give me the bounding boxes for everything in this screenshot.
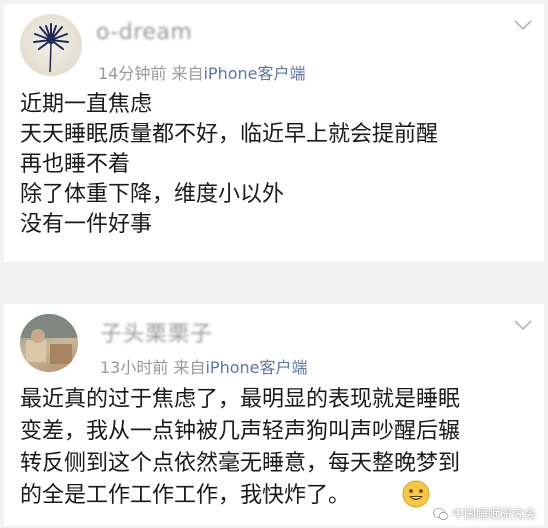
- comment-meta: 14分钟前 来自iPhone客户端: [98, 60, 306, 84]
- comment-line: 天天睡眠质量都不好，临近早上就会提前醒: [20, 122, 439, 147]
- chevron-down-icon[interactable]: [512, 318, 534, 332]
- chevron-down-icon[interactable]: [512, 18, 534, 32]
- comment-meta: 13小时前 来自iPhone客户端: [100, 354, 308, 378]
- source-link[interactable]: iPhone客户端: [205, 358, 307, 377]
- comment-card: o-dream 14分钟前 来自iPhone客户端 近期一直焦虑 天天睡眠质量都…: [4, 4, 544, 262]
- comment-text: 最近真的过于焦虑了，最明显的表现就是睡眠 变差，我从一点钟被几声轻声狗叫声吵醒后…: [20, 384, 534, 512]
- comment-line: 除了体重下降，维度小以外: [20, 182, 285, 207]
- comment-line: 再也睡不着: [20, 152, 131, 177]
- comment-line: 近期一直焦虑: [20, 92, 153, 117]
- comment-line: 变差，我从一点钟被几声轻声狗叫声吵醒后辗: [20, 419, 461, 444]
- username[interactable]: 子头栗栗子: [100, 316, 213, 348]
- comment-text: 近期一直焦虑 天天睡眠质量都不好，临近早上就会提前醒 再也睡不着 除了体重下降，…: [20, 90, 534, 240]
- source-prefix: 来自: [173, 358, 206, 377]
- comment-line: 没有一件好事: [20, 212, 153, 237]
- source-link[interactable]: iPhone客户端: [203, 64, 305, 83]
- avatar[interactable]: [20, 314, 78, 372]
- username[interactable]: o-dream: [96, 20, 192, 45]
- timestamp: 14分钟前: [98, 64, 167, 83]
- timestamp: 13小时前: [100, 358, 169, 377]
- comment-card: 子头栗栗子 13小时前 来自iPhone客户端 最近真的过于焦虑了，最明显的表现…: [4, 304, 544, 526]
- source-prefix: 来自: [171, 64, 204, 83]
- comment-line: 转反侧到这个点依然毫无睡意，每天整晚梦到: [20, 451, 461, 476]
- grin-emoji-icon: [402, 480, 430, 508]
- watermark: 中国睡眠研究会: [433, 505, 536, 522]
- avatar[interactable]: [20, 14, 82, 76]
- watermark-text: 中国睡眠研究会: [451, 507, 536, 521]
- wechat-icon: [433, 507, 449, 520]
- comment-line: 最近真的过于焦虑了，最明显的表现就是睡眠: [20, 387, 461, 412]
